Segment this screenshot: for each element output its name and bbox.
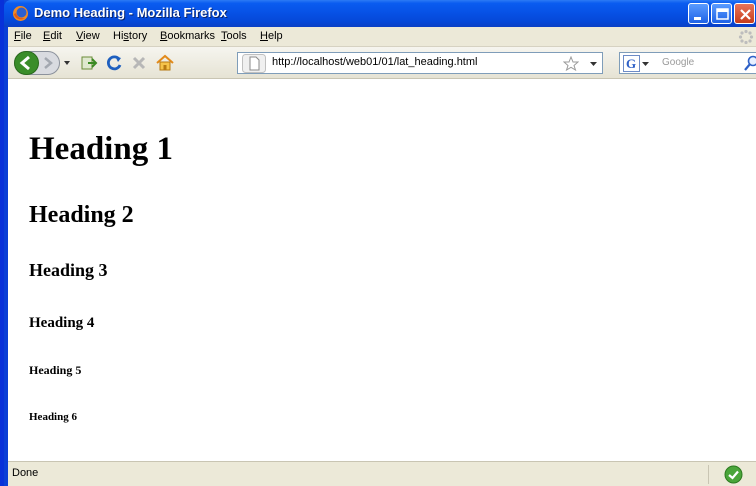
browser-window: Demo Heading - Mozilla Firefox File Edit… <box>0 0 756 486</box>
maximize-button[interactable] <box>711 3 732 24</box>
stop-icon[interactable] <box>130 54 148 72</box>
url-text[interactable]: http://localhost/web01/01/lat_heading.ht… <box>272 56 477 68</box>
menu-view[interactable]: View <box>76 30 100 42</box>
status-divider <box>708 465 709 484</box>
menu-history[interactable]: History <box>113 30 147 42</box>
page-icon <box>242 54 266 73</box>
home-icon[interactable] <box>155 53 175 73</box>
google-engine-icon[interactable]: G <box>623 55 640 72</box>
status-text: Done <box>12 467 39 479</box>
engine-dropdown-icon[interactable] <box>642 61 649 67</box>
bookmark-star-icon[interactable] <box>563 56 579 71</box>
status-check-icon[interactable] <box>724 465 743 484</box>
svg-text:G: G <box>626 56 636 71</box>
close-button[interactable] <box>734 3 755 24</box>
search-box[interactable]: G Google <box>619 52 756 74</box>
status-bar: Done <box>8 461 756 486</box>
heading-3: Heading 3 <box>29 260 108 280</box>
maximize-icon <box>716 8 729 20</box>
history-dropdown-icon[interactable] <box>63 59 71 67</box>
menu-tools[interactable]: Tools <box>221 30 247 42</box>
throbber-icon <box>738 29 754 45</box>
heading-1: Heading 1 <box>29 131 173 167</box>
menu-help[interactable]: Help <box>260 30 283 42</box>
firefox-icon <box>13 6 28 21</box>
address-bar[interactable]: http://localhost/web01/01/lat_heading.ht… <box>237 52 603 74</box>
menu-bookmarks[interactable]: Bookmarks <box>160 30 215 42</box>
navigation-toolbar: http://localhost/web01/01/lat_heading.ht… <box>8 47 756 79</box>
back-forward-buttons[interactable] <box>14 51 60 75</box>
heading-6: Heading 6 <box>29 411 77 423</box>
url-dropdown-icon[interactable] <box>590 61 597 67</box>
page-content: Heading 1 Heading 2 Heading 3 Heading 4 … <box>8 79 756 461</box>
menu-file[interactable]: File <box>14 30 32 42</box>
window-title: Demo Heading - Mozilla Firefox <box>34 5 227 20</box>
heading-2: Heading 2 <box>29 202 134 228</box>
search-placeholder[interactable]: Google <box>662 57 694 68</box>
close-icon <box>740 9 751 20</box>
page-reload-stop-icon[interactable] <box>80 54 98 72</box>
title-bar[interactable]: Demo Heading - Mozilla Firefox <box>4 0 756 27</box>
reload-icon[interactable] <box>105 54 123 72</box>
minimize-icon <box>694 17 701 20</box>
search-icon[interactable] <box>744 55 756 72</box>
minimize-button[interactable] <box>688 3 709 24</box>
heading-5: Heading 5 <box>29 363 82 377</box>
menu-edit[interactable]: Edit <box>43 30 62 42</box>
menu-bar: File Edit View History Bookmarks Tools H… <box>8 27 756 47</box>
heading-4: Heading 4 <box>29 315 95 331</box>
